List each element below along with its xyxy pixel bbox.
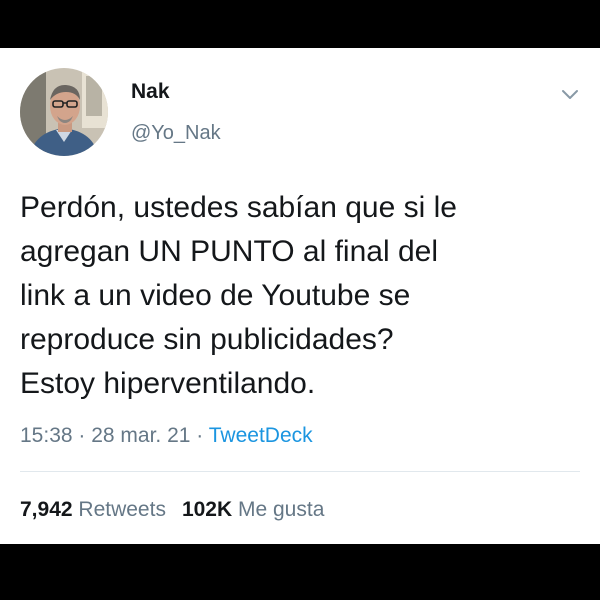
meta-separator: ·: [72, 424, 92, 447]
chevron-down-icon[interactable]: [558, 82, 582, 106]
meta-separator: ·: [190, 424, 209, 447]
tweet-stats: 7,942 Retweets 102K Me gusta: [20, 498, 324, 522]
tweet-date[interactable]: 28 mar. 21: [91, 424, 190, 447]
avatar[interactable]: [20, 68, 108, 156]
tweet-text-line: agregan UN PUNTO al final del: [20, 235, 438, 268]
tweet-text-line: Estoy hiperventilando.: [20, 367, 316, 400]
avatar-photo: [20, 68, 108, 156]
tweet-text-line: reproduce sin publicidades?: [20, 323, 394, 356]
screenshot-frame: Nak @Yo_Nak Perdón, ustedes sabían que s…: [0, 0, 600, 600]
tweet-meta: 15:38 · 28 mar. 21 · TweetDeck: [20, 424, 313, 448]
divider: [20, 471, 580, 472]
tweet-source-link[interactable]: TweetDeck: [209, 424, 313, 447]
user-name[interactable]: Nak: [131, 80, 170, 104]
retweets-stat[interactable]: 7,942 Retweets: [20, 498, 166, 521]
likes-label: Me gusta: [238, 498, 325, 521]
tweet-text-line: link a un video de Youtube se: [20, 279, 411, 312]
tweet-text-line: Perdón, ustedes sabían que si le: [20, 191, 457, 224]
tweet-time[interactable]: 15:38: [20, 424, 73, 447]
likes-stat[interactable]: 102K Me gusta: [182, 498, 324, 521]
tweet-card: Nak @Yo_Nak Perdón, ustedes sabían que s…: [0, 48, 600, 544]
user-handle[interactable]: @Yo_Nak: [131, 122, 221, 145]
retweets-count: 7,942: [20, 498, 73, 521]
retweets-label: Retweets: [78, 498, 166, 521]
tweet-text: Perdón, ustedes sabían que si le agregan…: [20, 186, 580, 406]
likes-count: 102K: [181, 498, 233, 521]
